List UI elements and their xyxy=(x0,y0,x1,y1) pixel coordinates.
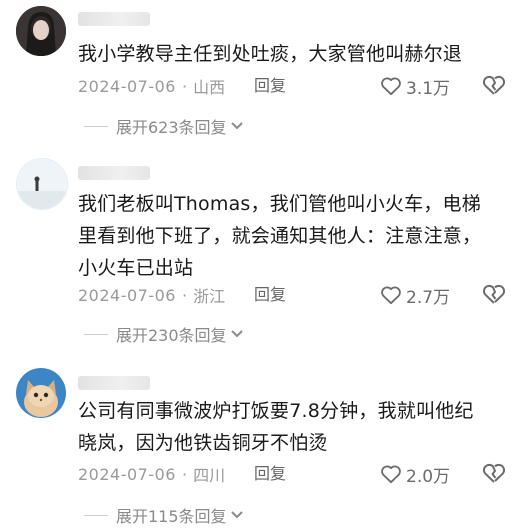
reply-button[interactable]: 回复 xyxy=(254,462,286,486)
divider-line xyxy=(84,514,108,516)
comment-meta: 2024-07-06 · 浙江 回复 xyxy=(78,283,286,307)
like-button[interactable]: 2.0万 xyxy=(380,462,451,487)
user-avatar[interactable] xyxy=(16,6,66,56)
expand-replies-button[interactable]: 展开623条回复 xyxy=(84,114,244,138)
comment-location: 山西 xyxy=(193,78,226,97)
divider-line xyxy=(84,333,108,335)
like-count: 3.1万 xyxy=(406,78,451,99)
reply-button[interactable]: 回复 xyxy=(254,283,286,307)
username-blurred[interactable] xyxy=(78,166,150,180)
comment-date: 2024-07-06 xyxy=(78,76,176,96)
comment-date: 2024-07-06 xyxy=(78,285,176,305)
comment-text: 公司有同事微波炉打饭要7.8分钟，我就叫他纪 晓岚，因为他铁齿铜牙不怕烫 xyxy=(78,400,474,454)
heart-outline-icon xyxy=(381,286,401,305)
chevron-down-icon xyxy=(230,511,243,519)
dislike-button[interactable] xyxy=(482,74,506,98)
heart-outline-icon xyxy=(381,77,401,96)
expand-replies-label: 展开230条回复 xyxy=(116,326,227,345)
reply-button[interactable]: 回复 xyxy=(254,74,286,98)
dislike-button[interactable] xyxy=(482,283,506,307)
expand-replies-button[interactable]: 展开115条回复 xyxy=(84,503,244,527)
divider-line xyxy=(84,125,108,127)
broken-heart-icon xyxy=(483,284,505,304)
like-button[interactable]: 3.1万 xyxy=(380,74,451,99)
broken-heart-icon xyxy=(483,463,505,483)
broken-heart-icon xyxy=(483,75,505,95)
meta-separator: · xyxy=(181,76,188,96)
comment-text: 我小学教导主任到处吐痰，大家管他叫赫尔退 xyxy=(78,43,463,65)
meta-separator: · xyxy=(181,464,188,484)
comment-meta: 2024-07-06 · 山西 回复 xyxy=(78,74,286,98)
like-count: 2.0万 xyxy=(406,466,451,487)
username-blurred[interactable] xyxy=(78,12,150,26)
expand-replies-label: 展开623条回复 xyxy=(116,118,227,137)
comment-meta: 2024-07-06 · 四川 回复 xyxy=(78,462,286,486)
chevron-down-icon xyxy=(230,122,243,130)
comment-location: 四川 xyxy=(193,466,226,485)
user-avatar[interactable] xyxy=(16,368,66,418)
chevron-down-icon xyxy=(230,330,243,338)
comment-location: 浙江 xyxy=(193,287,226,306)
heart-outline-icon xyxy=(381,465,401,484)
dislike-button[interactable] xyxy=(482,462,506,486)
comment-text: 我们老板叫Thomas，我们管他叫小火车，电梯 里看到他下班了，就会通知其他人：… xyxy=(78,193,482,279)
username-blurred[interactable] xyxy=(78,376,150,390)
expand-replies-label: 展开115条回复 xyxy=(116,507,227,526)
like-button[interactable]: 2.7万 xyxy=(380,283,451,308)
like-count: 2.7万 xyxy=(406,287,451,308)
comment-date: 2024-07-06 xyxy=(78,464,176,484)
expand-replies-button[interactable]: 展开230条回复 xyxy=(84,322,244,346)
user-avatar[interactable] xyxy=(16,158,68,210)
meta-separator: · xyxy=(181,285,188,305)
